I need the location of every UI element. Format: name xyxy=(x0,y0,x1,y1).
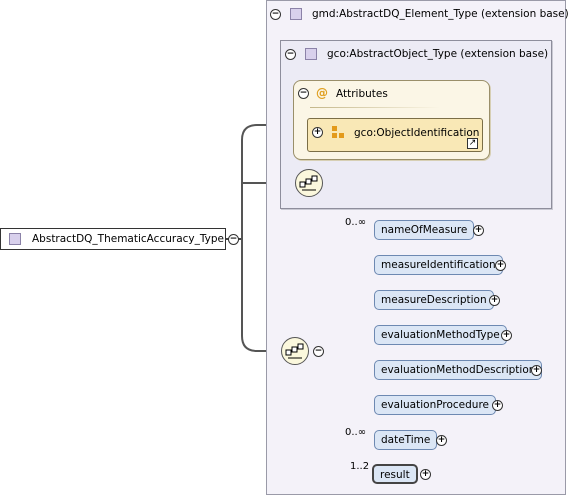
complex-type-icon xyxy=(290,8,302,20)
collapse-inner-type-button[interactable]: − xyxy=(285,49,296,60)
complex-type-icon xyxy=(9,233,21,245)
attributes-title: Attributes xyxy=(336,88,388,100)
expand-element-button[interactable]: + xyxy=(495,260,506,271)
expand-element-button[interactable]: + xyxy=(501,330,512,341)
element-evaluation-method-description[interactable]: evaluationMethodDescription xyxy=(374,360,543,380)
collapse-root-button[interactable]: − xyxy=(228,234,239,245)
expand-element-button[interactable]: + xyxy=(420,469,431,480)
element-evaluation-procedure[interactable]: evaluationProcedure xyxy=(374,395,496,415)
collapse-outer-type-button[interactable]: − xyxy=(270,9,281,20)
expand-element-button[interactable]: + xyxy=(492,400,503,411)
cardinality-label: 0..∞ xyxy=(345,217,367,228)
collapse-attributes-button[interactable]: − xyxy=(298,88,309,99)
attribute-group-label: gco:ObjectIdentification xyxy=(354,127,480,139)
element-result[interactable]: result xyxy=(372,464,418,484)
sequence-compositor-icon[interactable] xyxy=(295,169,323,197)
cardinality-label: 1..2 xyxy=(350,461,370,472)
sequence-compositor-icon[interactable] xyxy=(281,337,309,365)
expand-element-button[interactable]: + xyxy=(436,435,447,446)
element-date-time[interactable]: dateTime xyxy=(374,430,438,450)
expand-attribute-group-button[interactable]: + xyxy=(312,127,323,138)
expand-element-button[interactable]: + xyxy=(531,365,542,376)
element-measure-identification[interactable]: measureIdentification xyxy=(374,255,503,275)
inner-type-label: gco:AbstractObject_Type (extension base) xyxy=(327,48,549,60)
collapse-sequence-button[interactable]: − xyxy=(313,346,324,357)
root-type-label: AbstractDQ_ThematicAccuracy_Type xyxy=(32,233,224,245)
complex-type-icon xyxy=(305,48,317,60)
element-measure-description[interactable]: measureDescription xyxy=(374,290,494,310)
element-name-of-measure[interactable]: nameOfMeasure xyxy=(374,220,475,240)
link-arrow-icon[interactable]: ↗ xyxy=(467,138,478,149)
outer-type-label: gmd:AbstractDQ_Element_Type (extension b… xyxy=(312,8,569,20)
cardinality-label: 0..∞ xyxy=(345,427,367,438)
expand-element-button[interactable]: + xyxy=(473,225,484,236)
expand-element-button[interactable]: + xyxy=(489,295,500,306)
attributes-divider xyxy=(310,107,440,108)
attribute-at-icon: @ xyxy=(316,86,328,100)
attribute-group-icon xyxy=(332,126,346,140)
element-evaluation-method-type[interactable]: evaluationMethodType xyxy=(374,325,507,345)
